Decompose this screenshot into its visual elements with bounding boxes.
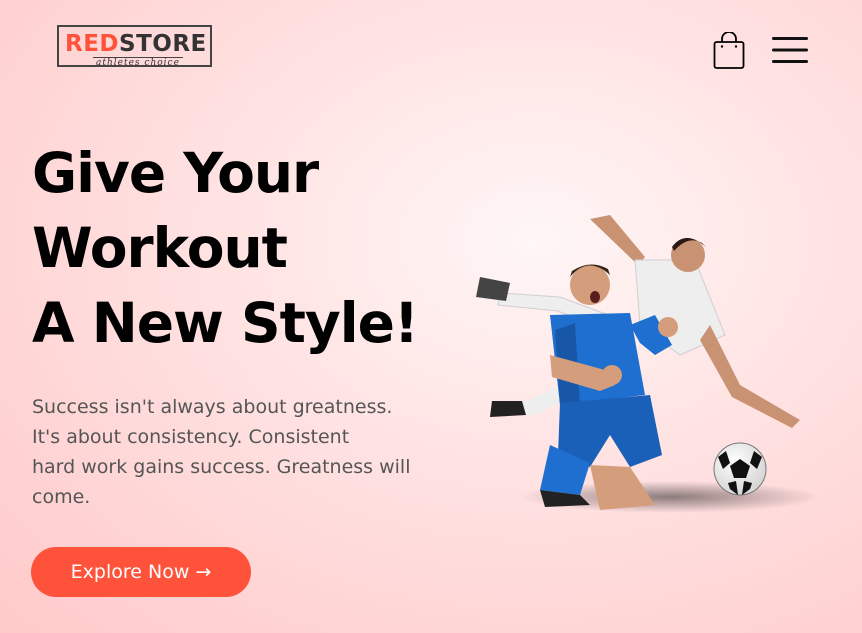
logo-wordmark: REDSTORE	[65, 31, 207, 57]
hero-title-line: Workout	[32, 216, 288, 280]
navbar: REDSTORE athletes choice	[0, 0, 862, 100]
shopping-bag-icon[interactable]	[712, 31, 746, 70]
hero-description-line: It's about consistency. Consistent	[32, 426, 350, 448]
hamburger-menu-icon[interactable]	[771, 35, 809, 65]
hero-image-soccer-players	[440, 205, 830, 525]
soccer-ball-icon	[713, 442, 767, 496]
hero-title-line: A New Style!	[32, 291, 419, 355]
hero-description-line: come.	[32, 486, 91, 508]
hero-title: Give Your Workout A New Style!	[32, 136, 452, 361]
hero-description-line: Success isn't always about greatness.	[32, 396, 393, 418]
hero-title-line: Give Your	[32, 141, 319, 205]
logo-red-text: RED	[65, 31, 120, 57]
hero-description: Success isn't always about greatness. It…	[32, 392, 432, 512]
hero-description-line: hard work gains success. Greatness will	[32, 456, 411, 478]
logo-tagline: athletes choice	[93, 57, 183, 68]
sliding-player-figure	[476, 215, 800, 428]
redstore-logo[interactable]: REDSTORE athletes choice	[57, 25, 212, 68]
explore-now-button[interactable]: Explore Now →	[31, 547, 251, 597]
logo-dark-text: STORE	[119, 31, 207, 57]
